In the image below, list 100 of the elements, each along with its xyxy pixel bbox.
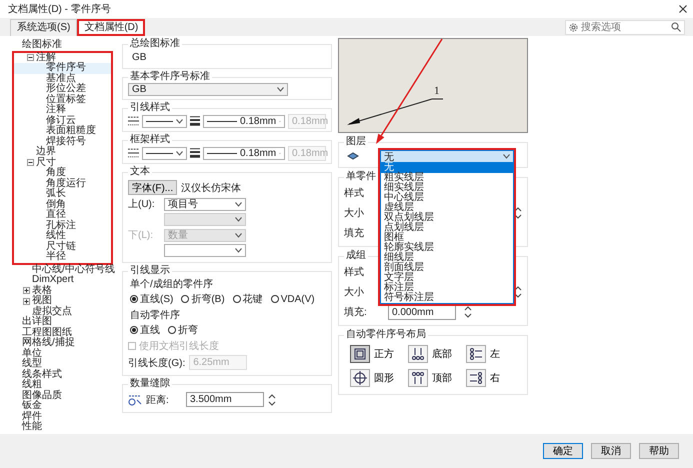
tree-item[interactable]: 性能 [10, 422, 116, 432]
tree-item[interactable]: 半径 [14, 252, 111, 262]
tree-item[interactable]: 注解 [14, 52, 111, 63]
tree-item[interactable]: 出详图 [10, 317, 116, 328]
tree-item[interactable]: 钣金 [10, 401, 116, 412]
tree-item[interactable]: 线型 [10, 359, 116, 370]
dialog-button[interactable]: 取消 [591, 443, 631, 459]
layout-option[interactable]: 顶部 [408, 369, 452, 387]
dropdown-option[interactable]: 轮廓实线层 [381, 243, 513, 253]
dropdown-option[interactable]: 无 [381, 163, 513, 173]
dialog-button[interactable]: 帮助 [639, 443, 679, 459]
dropdown-option[interactable]: 中心线层 [381, 193, 513, 203]
dropdown-option[interactable]: 细线层 [381, 253, 513, 263]
tree-item[interactable]: 工程图图纸 [10, 328, 116, 338]
expand-icon[interactable] [23, 287, 30, 294]
tree-item[interactable]: 线粗 [10, 380, 116, 390]
chevron-icon [235, 217, 242, 222]
spinner-button[interactable] [464, 305, 472, 319]
tree-item[interactable]: 表面粗糙度 [14, 126, 111, 136]
group-title: 文本 [129, 166, 151, 178]
tree-item[interactable]: 焊接符号 [14, 136, 111, 147]
tree-item[interactable]: 角度运行 [14, 178, 111, 189]
tree-item[interactable]: 基准点 [14, 74, 111, 84]
radio-button[interactable]: VDA(V) [270, 292, 315, 306]
close-icon[interactable] [679, 5, 687, 13]
tree-item[interactable]: 孔标注 [14, 220, 111, 231]
expand-icon[interactable] [23, 298, 30, 305]
spinner-button[interactable] [514, 206, 522, 220]
collapse-icon[interactable] [27, 54, 34, 62]
spinner-button[interactable] [268, 392, 276, 406]
dialog-button[interactable]: 确定 [543, 443, 583, 459]
dropdown-option[interactable]: 图框 [381, 233, 513, 243]
layout-left-icon [466, 345, 486, 363]
field-label: 样式 [344, 186, 364, 200]
tree-item[interactable]: 图像品质 [10, 390, 116, 401]
tree-item[interactable]: 网格线/捕捉 [10, 338, 116, 348]
tree-item[interactable]: 虚拟交点 [10, 306, 116, 317]
tree-item[interactable]: 倒角 [14, 200, 111, 210]
radio-button[interactable]: 直线(S) [130, 292, 174, 306]
tree-item[interactable]: 单位 [10, 348, 116, 359]
layer-dropdown[interactable]: 无 [380, 150, 514, 163]
layout-option[interactable]: 右 [466, 369, 500, 387]
layout-option[interactable]: 左 [466, 345, 500, 363]
tree-item[interactable]: 角度 [14, 168, 111, 178]
dropdown-option[interactable]: 粗实线层 [381, 173, 513, 183]
tree-item[interactable]: 弧长 [14, 189, 111, 200]
line-style-dropdown[interactable] [142, 146, 187, 160]
font-button[interactable]: 字体(F)... [128, 180, 178, 195]
layout-top-icon [408, 369, 428, 387]
search-icon[interactable] [671, 22, 681, 32]
tree-item[interactable]: 表格 [10, 286, 116, 296]
tree-item[interactable]: 修订云 [14, 116, 111, 126]
chevron-icon [176, 150, 183, 156]
tree-item[interactable]: 视图 [10, 296, 116, 306]
field-label: 大小 [344, 286, 364, 299]
tree-item[interactable]: 绘图标准 [10, 40, 116, 50]
dropdown-option[interactable]: 点划线层 [381, 223, 513, 233]
dropdown-option[interactable]: 双点划线层 [381, 213, 513, 223]
dropdown-option[interactable]: 文字层 [381, 273, 513, 283]
dropdown-option[interactable]: 细实线层 [381, 183, 513, 193]
spacing-icon [128, 394, 142, 406]
layout-option[interactable]: 圆形 [350, 369, 394, 387]
tab[interactable]: 系统选项(S) [10, 19, 78, 36]
tree-item[interactable]: 边界 [14, 147, 111, 158]
line-style-icon [128, 148, 140, 158]
radio-button[interactable]: 直线 [130, 323, 160, 337]
distance-field[interactable]: 3.500mm [186, 392, 264, 407]
tree-item[interactable]: 零件序号 [14, 63, 111, 74]
tree-item[interactable]: 线性 [14, 231, 111, 242]
text-dropdown[interactable]: 项目号 [164, 198, 246, 210]
search-field[interactable]: 搜索选项 [565, 20, 685, 34]
tree-item[interactable]: 形位公差 [14, 84, 111, 94]
tree-item[interactable]: DimXpert [10, 275, 116, 286]
layers-icon [347, 151, 359, 161]
tree-item[interactable]: 尺寸链 [14, 242, 111, 252]
dropdown-option[interactable]: 标注层 [381, 283, 513, 293]
layout-option[interactable]: 底部 [408, 345, 452, 363]
dropdown-option[interactable]: 剖面线层 [381, 263, 513, 273]
tab[interactable]: 文档属性(D) [77, 19, 146, 36]
line-thickness-dropdown[interactable]: 0.18mm [202, 146, 285, 160]
radio-button[interactable]: 花键 [232, 292, 263, 306]
dropdown-option[interactable]: 符号标注层 [381, 293, 513, 303]
tree-item[interactable]: 尺寸 [14, 158, 111, 168]
radio-button[interactable]: 折弯(B) [181, 292, 225, 306]
line-thickness-dropdown[interactable]: 0.18mm [202, 114, 285, 128]
dropdown-option[interactable]: 虚线层 [381, 203, 513, 213]
field-label: 填充 [344, 226, 364, 240]
tree-item[interactable]: 直径 [14, 210, 111, 220]
layout-option[interactable]: 正方 [350, 345, 394, 363]
spinner-button[interactable] [514, 285, 522, 299]
tree-item[interactable]: 注释 [14, 105, 111, 116]
field-label: 样式 [344, 266, 364, 279]
line-style-dropdown[interactable] [142, 114, 187, 128]
tree-item[interactable]: 焊件 [10, 412, 116, 422]
radio-button[interactable]: 折弯 [168, 323, 198, 337]
tree-item[interactable]: 线条样式 [10, 370, 116, 380]
tree-item[interactable]: 位置标签 [14, 94, 111, 105]
tree-item[interactable]: 中心线/中心符号线 [10, 264, 116, 275]
standard-dropdown[interactable]: GB [128, 83, 288, 96]
collapse-icon[interactable] [27, 159, 34, 166]
